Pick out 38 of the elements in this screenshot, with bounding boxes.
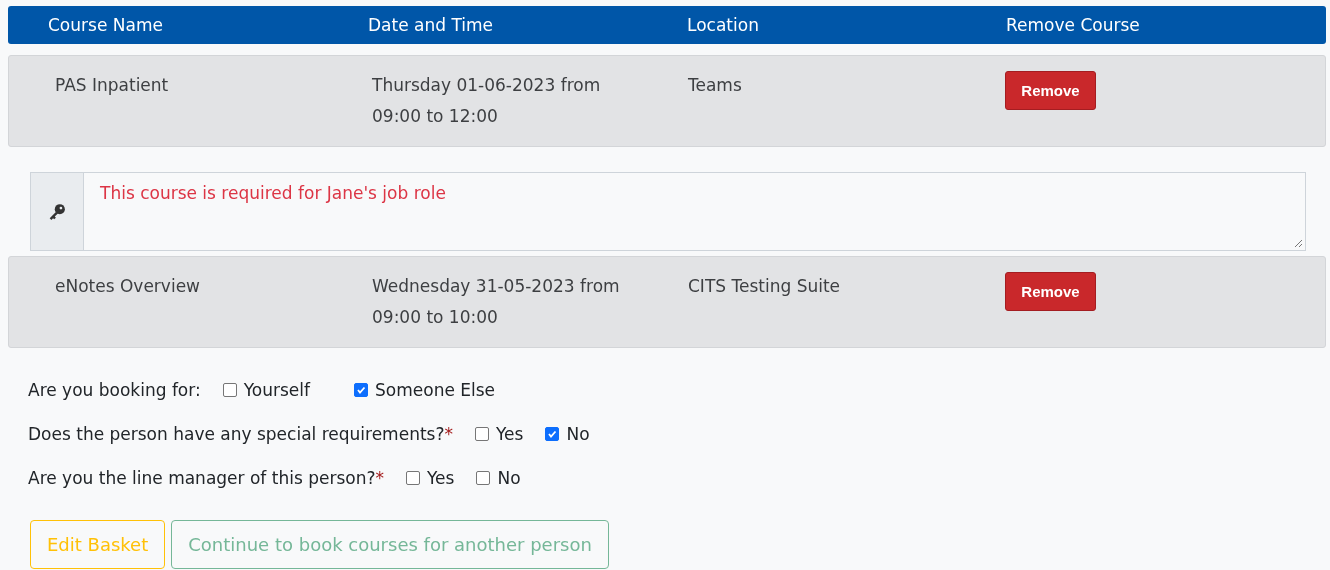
question-label: Does the person have any special requirements?	[28, 424, 445, 444]
checkbox-label: Someone Else	[375, 380, 496, 400]
note-text: This course is required for Jane's job role	[100, 183, 446, 203]
column-heading: Remove Course	[1006, 15, 1141, 35]
checkbox[interactable]	[545, 427, 560, 441]
checkbox-label: Yes	[495, 424, 524, 444]
course-date: Wednesday 31-05-2023 from	[372, 275, 621, 298]
checkbox-label: Yes	[426, 468, 455, 488]
checkbox[interactable]	[474, 427, 489, 441]
checkbox[interactable]	[354, 383, 368, 397]
course-location: Teams	[688, 74, 743, 97]
course-time: 09:00 to 12:00	[372, 105, 499, 128]
checkbox-label: No	[497, 468, 521, 488]
checkbox[interactable]	[476, 471, 491, 485]
required-marker: *	[375, 468, 384, 488]
remove-button[interactable]: Remove	[1005, 71, 1096, 110]
course-location: CITS Testing Suite	[688, 275, 842, 298]
column-heading: Location	[687, 15, 760, 35]
checkbox[interactable]	[405, 471, 420, 485]
column-heading: Date and Time	[368, 15, 495, 35]
question-label: Are you booking for:	[28, 380, 201, 400]
key-icon	[48, 202, 66, 221]
course-name: eNotes Overview	[55, 275, 201, 298]
continue-button[interactable]: Continue to book courses for another person	[171, 520, 609, 569]
check-icon	[356, 385, 366, 395]
required-marker: *	[444, 424, 453, 444]
remove-button[interactable]: Remove	[1005, 272, 1096, 311]
course-name: PAS Inpatient	[55, 74, 170, 97]
question-label: Are you the line manager of this person?	[28, 468, 376, 488]
check-icon	[547, 429, 558, 439]
course-date: Thursday 01-06-2023 from	[372, 74, 602, 97]
checkbox[interactable]	[222, 383, 237, 397]
checkbox-label: Yourself	[243, 380, 310, 400]
checkbox-label: No	[566, 424, 590, 444]
resize-handle-icon	[1293, 238, 1303, 248]
note-field[interactable]: This course is required for Jane's job role	[30, 172, 1306, 251]
course-time: 09:00 to 10:00	[372, 306, 499, 329]
column-heading: Course Name	[48, 15, 164, 35]
